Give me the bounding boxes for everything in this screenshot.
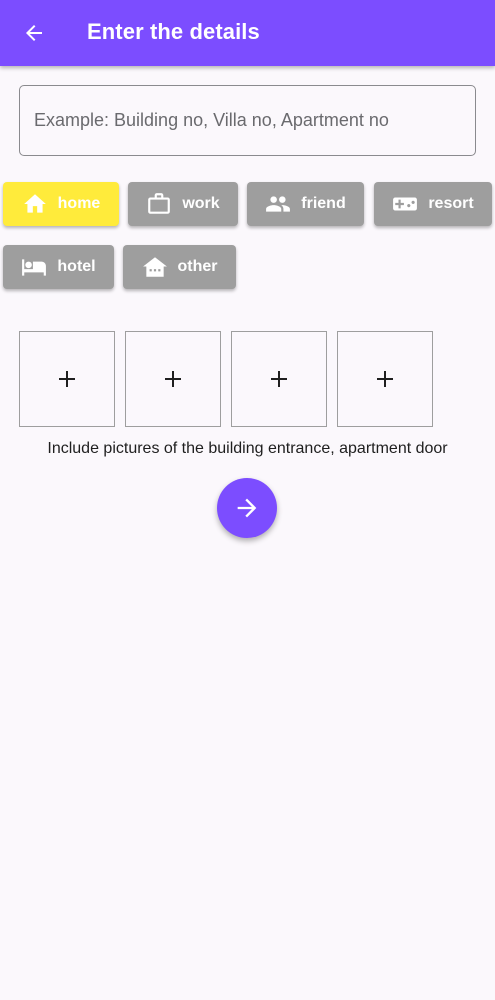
briefcase-icon [146,191,172,217]
category-chip-home[interactable]: home [3,182,119,226]
chip-label: other [177,258,218,275]
plus-icon [165,371,181,387]
next-button[interactable] [217,478,277,538]
people-icon [265,191,291,217]
house-icon [142,254,168,280]
plus-icon [271,371,287,387]
app-bar: Enter the details [0,0,495,66]
chip-label: friend [301,195,346,212]
add-photo-slot-1[interactable] [19,331,115,427]
home-icon [22,191,48,217]
back-button[interactable] [14,13,54,53]
chip-label: hotel [57,258,96,275]
add-photo-slot-3[interactable] [231,331,327,427]
category-chip-resort[interactable]: resort [374,182,492,226]
plus-icon [59,371,75,387]
category-chip-friend[interactable]: friend [247,182,364,226]
arrow-right-icon [237,498,257,518]
category-chip-other[interactable]: other [123,245,236,289]
chip-label: resort [428,195,474,212]
photo-hint-text: Include pictures of the building entranc… [47,440,448,457]
chip-label: home [57,195,101,212]
add-photo-slot-4[interactable] [337,331,433,427]
plus-icon [377,371,393,387]
category-chip-work[interactable]: work [128,182,238,226]
gamepad-icon [392,191,418,217]
address-detail-input[interactable] [19,85,476,156]
category-chip-hotel[interactable]: hotel [3,245,114,289]
page-title: Enter the details [87,19,260,44]
add-photo-slot-2[interactable] [125,331,221,427]
bed-icon [21,254,47,280]
chip-label: work [182,195,220,212]
arrow-left-icon [26,25,42,41]
